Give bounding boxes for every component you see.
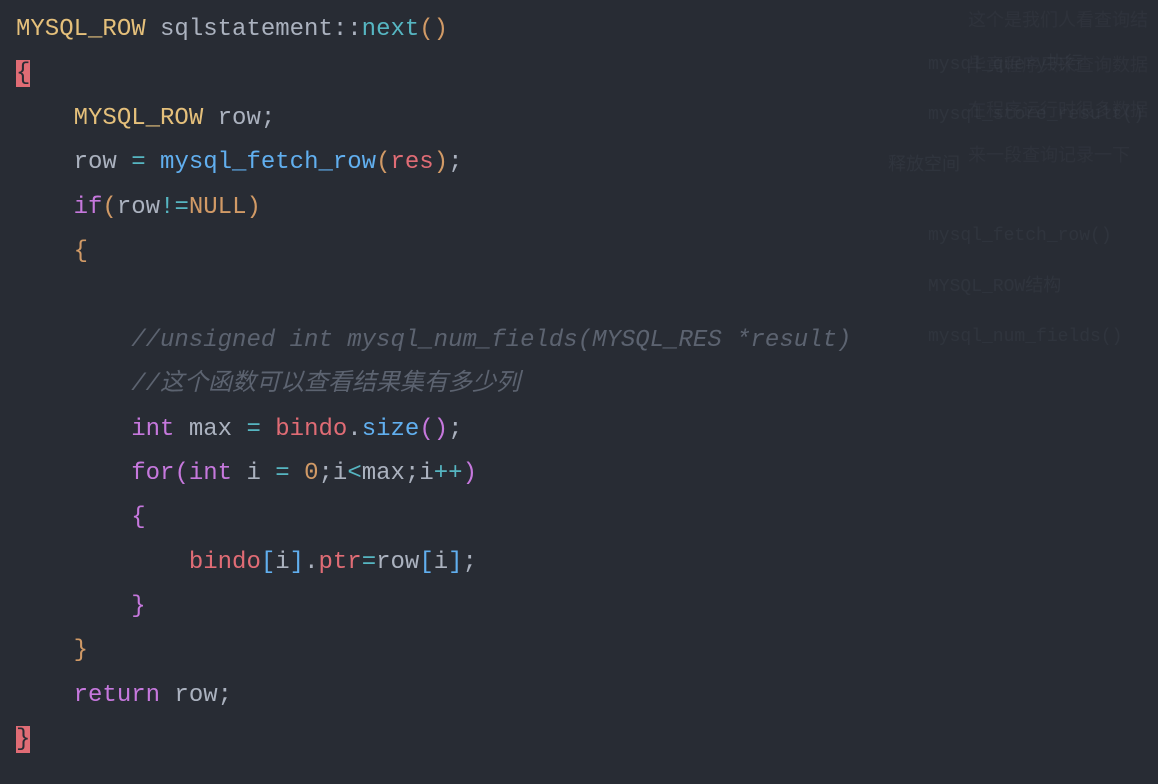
code-editor[interactable]: MYSQL_ROW sqlstatement::next() { MYSQL_R…	[0, 0, 1158, 763]
code-line-10[interactable]: for(int i = 0;i<max;i++)	[16, 452, 1158, 496]
code-line-15[interactable]: return row;	[16, 674, 1158, 718]
code-line-16[interactable]: }	[16, 718, 1158, 762]
code-line-blank1[interactable]	[16, 274, 1158, 318]
code-line-11[interactable]: {	[16, 496, 1158, 540]
code-line-12[interactable]: bindo[i].ptr=row[i];	[16, 541, 1158, 585]
code-line-13[interactable]: }	[16, 585, 1158, 629]
code-line-8[interactable]: //这个函数可以查看结果集有多少列	[16, 363, 1158, 407]
brace-close-highlight: }	[16, 726, 30, 753]
brace-open-highlight: {	[16, 60, 30, 87]
code-line-14[interactable]: }	[16, 629, 1158, 673]
code-line-4[interactable]: row = mysql_fetch_row(res);	[16, 141, 1158, 185]
code-line-1[interactable]: MYSQL_ROW sqlstatement::next()	[16, 8, 1158, 52]
code-line-2[interactable]: {	[16, 52, 1158, 96]
code-line-9[interactable]: int max = bindo.size();	[16, 408, 1158, 452]
code-line-6[interactable]: {	[16, 230, 1158, 274]
code-line-3[interactable]: MYSQL_ROW row;	[16, 97, 1158, 141]
code-line-5[interactable]: if(row!=NULL)	[16, 186, 1158, 230]
code-line-7[interactable]: //unsigned int mysql_num_fields(MYSQL_RE…	[16, 319, 1158, 363]
